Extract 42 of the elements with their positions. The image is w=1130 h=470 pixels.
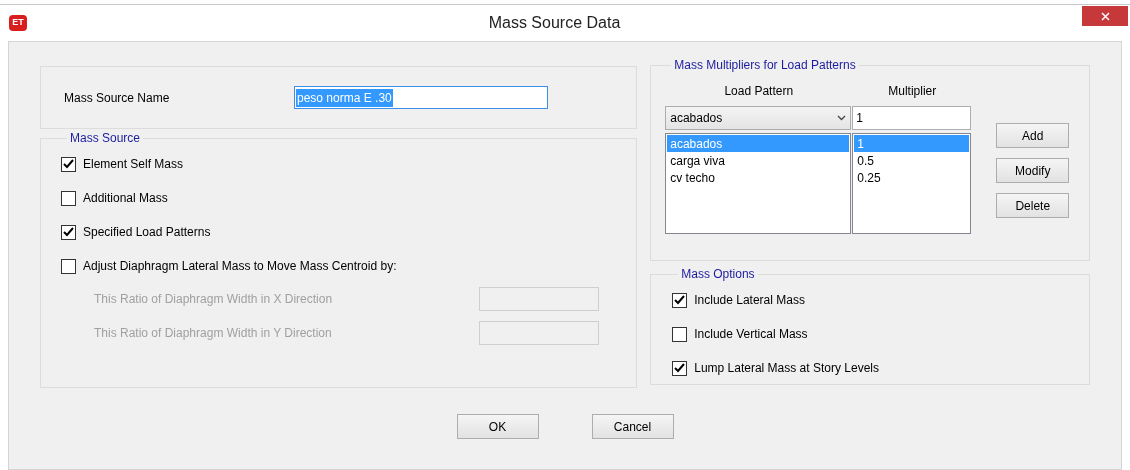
dialog-button[interactable]: Delete — [996, 193, 1070, 218]
checkmark-icon — [674, 363, 686, 373]
field-label: Mass Source Name — [64, 89, 171, 107]
checkbox-label: Include Vertical Mass — [694, 326, 808, 343]
checkmark-icon — [674, 295, 686, 305]
column-header: Multiplier — [887, 83, 938, 100]
multiplier-field[interactable]: 1 — [852, 106, 972, 130]
list-item[interactable]: carga viva — [667, 152, 850, 169]
checkbox[interactable] — [61, 224, 76, 240]
checkbox-label: Additional Mass — [83, 190, 168, 207]
window-title: Mass Source Data — [487, 13, 622, 33]
checkbox[interactable] — [672, 360, 688, 376]
dialog-button[interactable]: Modify — [996, 158, 1070, 183]
column-header: Load Pattern — [723, 83, 795, 100]
ratio-label: This Ratio of Diaphragm Width in Y Direction — [94, 325, 332, 342]
list-item[interactable]: cv techo — [667, 169, 850, 186]
checkmark-icon — [63, 159, 74, 169]
checkbox[interactable] — [61, 156, 76, 172]
checkbox[interactable] — [672, 326, 688, 342]
list-item[interactable]: 0.25 — [854, 169, 970, 186]
checkbox-label: Adjust Diaphragm Lateral Mass to Move Mass Centroid by: — [83, 258, 397, 275]
checkbox-label: Include Lateral Mass — [694, 292, 805, 309]
ratio-label: This Ratio of Diaphragm Width in X Direction — [94, 291, 333, 308]
group-title: Mass Options — [680, 266, 756, 283]
dialog-button[interactable]: Cancel — [591, 414, 674, 439]
group-title: Mass Source — [69, 130, 142, 147]
checkbox-label: Specified Load Patterns — [83, 224, 211, 241]
close-icon — [1100, 11, 1110, 21]
checkbox[interactable] — [61, 258, 76, 274]
app-icon: ET — [9, 15, 27, 31]
checkmark-icon — [63, 227, 74, 237]
group-title: Mass Multipliers for Load Patterns — [673, 57, 857, 74]
dialog-button[interactable]: Add — [996, 123, 1070, 148]
list-item[interactable]: 0.5 — [854, 152, 970, 169]
dialog-button[interactable]: OK — [456, 414, 539, 439]
chevron-down-icon — [837, 115, 847, 121]
checkbox-label: Element Self Mass — [83, 156, 184, 173]
close-button[interactable] — [1082, 6, 1128, 26]
checkbox-label: Lump Lateral Mass at Story Levels — [694, 360, 879, 377]
checkbox[interactable] — [61, 190, 76, 206]
load-pattern-dropdown[interactable]: acabados — [665, 106, 852, 130]
checkbox[interactable] — [672, 292, 688, 308]
